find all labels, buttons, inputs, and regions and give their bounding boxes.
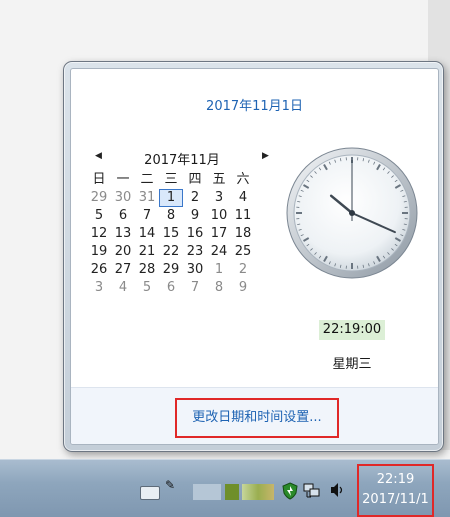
network-icon[interactable] [303, 483, 321, 499]
change-date-time-settings-link[interactable]: 更改日期和时间设置... [175, 398, 339, 438]
calendar-day[interactable]: 3 [207, 189, 231, 207]
app-icon[interactable] [193, 484, 221, 500]
calendar-day[interactable]: 10 [207, 207, 231, 225]
calendar-day[interactable]: 9 [231, 279, 255, 297]
calendar-day[interactable]: 30 [183, 261, 207, 279]
taskbar-time: 22:19 [359, 472, 432, 487]
calendar-day[interactable]: 8 [207, 279, 231, 297]
calendar-day[interactable]: 24 [207, 243, 231, 261]
calendar-day[interactable]: 12 [87, 225, 111, 243]
calendar-day[interactable]: 2 [231, 261, 255, 279]
popup-footer: 更改日期和时间设置... [71, 387, 438, 445]
weekday-header: 四 [183, 171, 207, 189]
calendar-day[interactable]: 28 [135, 261, 159, 279]
weekday-header: 一 [111, 171, 135, 189]
calendar-day[interactable]: 18 [231, 225, 255, 243]
app-icon[interactable] [242, 484, 274, 500]
popup-content: 2017年11月1日 ◀ 2017年11月 ▶ 日一二三四五六293031123… [70, 68, 439, 445]
calendar-day[interactable]: 23 [183, 243, 207, 261]
calendar-day[interactable]: 1 [159, 189, 183, 207]
weekday-header: 六 [231, 171, 255, 189]
calendar-day[interactable]: 8 [159, 207, 183, 225]
analog-clock [285, 146, 419, 280]
taskbar: ✎ 22:19 2017/11/1 [0, 459, 450, 517]
shield-icon[interactable] [281, 482, 299, 500]
calendar-day[interactable]: 14 [135, 225, 159, 243]
digital-time: 22:19:00 [319, 320, 385, 340]
taskbar-date: 2017/11/1 [359, 492, 432, 507]
calendar-day[interactable]: 7 [183, 279, 207, 297]
calendar-day[interactable]: 31 [135, 189, 159, 207]
taskbar-clock[interactable]: 22:19 2017/11/1 [357, 464, 434, 517]
calendar-day[interactable]: 15 [159, 225, 183, 243]
calendar-day[interactable]: 3 [87, 279, 111, 297]
calendar-day[interactable]: 13 [111, 225, 135, 243]
calendar-grid: 日一二三四五六293031123456789101112131415161718… [87, 171, 277, 297]
weekday-header: 三 [159, 171, 183, 189]
calendar-day[interactable]: 2 [183, 189, 207, 207]
month-title[interactable]: 2017年11月 [87, 149, 277, 168]
volume-icon[interactable] [330, 482, 344, 498]
calendar-day[interactable]: 26 [87, 261, 111, 279]
calendar-day[interactable]: 1 [207, 261, 231, 279]
calendar-day[interactable]: 5 [135, 279, 159, 297]
calendar: ◀ 2017年11月 ▶ 日一二三四五六29303112345678910111… [87, 149, 277, 297]
calendar-day[interactable]: 6 [159, 279, 183, 297]
calendar-day[interactable]: 21 [135, 243, 159, 261]
weekday-header: 日 [87, 171, 111, 189]
calendar-day[interactable]: 29 [87, 189, 111, 207]
calendar-day[interactable]: 27 [111, 261, 135, 279]
calendar-day[interactable]: 22 [159, 243, 183, 261]
keyboard-icon[interactable] [140, 486, 160, 500]
next-month-button[interactable]: ▶ [262, 151, 269, 161]
calendar-day[interactable]: 19 [87, 243, 111, 261]
calendar-day[interactable]: 4 [111, 279, 135, 297]
app-icon[interactable] [225, 484, 239, 500]
calendar-day[interactable]: 16 [183, 225, 207, 243]
weekday-label: 星期三 [319, 353, 385, 372]
calendar-day[interactable]: 7 [135, 207, 159, 225]
calendar-day[interactable]: 11 [231, 207, 255, 225]
calendar-day[interactable]: 4 [231, 189, 255, 207]
calendar-day[interactable]: 29 [159, 261, 183, 279]
calendar-day[interactable]: 9 [183, 207, 207, 225]
calendar-day[interactable]: 30 [111, 189, 135, 207]
weekday-header: 二 [135, 171, 159, 189]
date-time-popup: 2017年11月1日 ◀ 2017年11月 ▶ 日一二三四五六293031123… [63, 61, 444, 452]
calendar-day[interactable]: 17 [207, 225, 231, 243]
calendar-nav: ◀ 2017年11月 ▶ [87, 149, 277, 171]
current-date-link[interactable]: 2017年11月1日 [71, 95, 438, 114]
pen-icon[interactable]: ✎ [165, 478, 175, 494]
calendar-day[interactable]: 20 [111, 243, 135, 261]
calendar-day[interactable]: 6 [111, 207, 135, 225]
calendar-day[interactable]: 25 [231, 243, 255, 261]
calendar-day[interactable]: 5 [87, 207, 111, 225]
weekday-header: 五 [207, 171, 231, 189]
